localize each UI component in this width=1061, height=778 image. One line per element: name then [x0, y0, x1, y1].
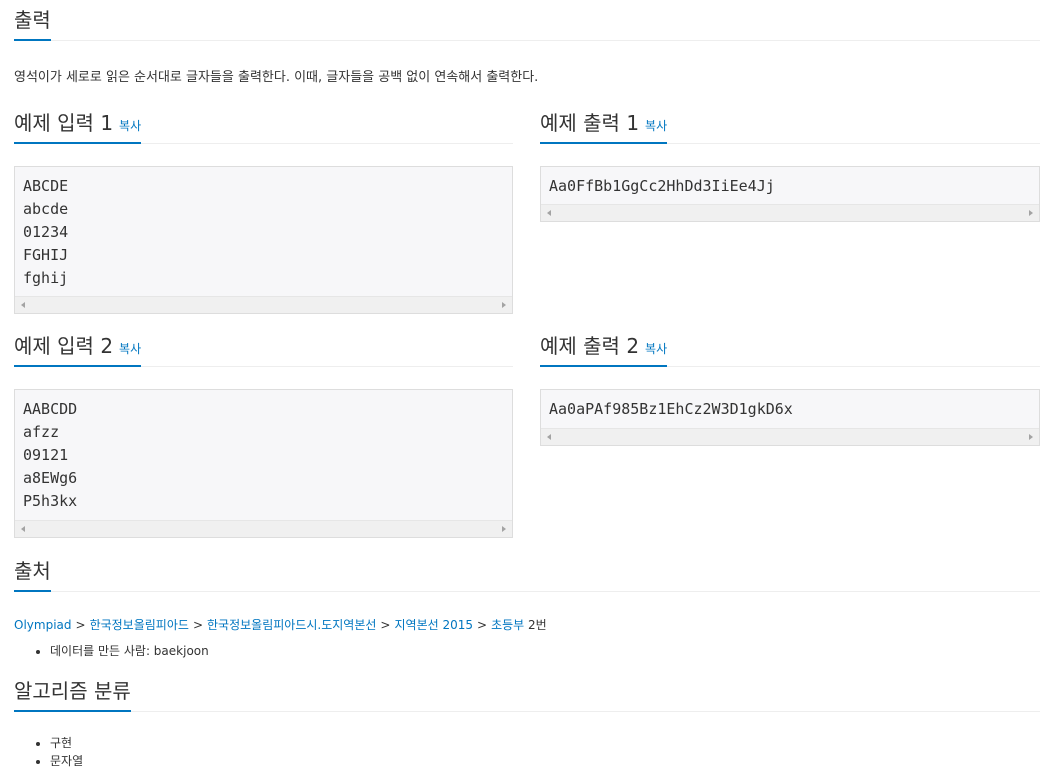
sample-output-2-title-wrap: 예제 출력 2 복사 [540, 330, 668, 367]
breadcrumb-separator: > [477, 618, 488, 632]
source-link-koi[interactable]: 한국정보올림피아드 [90, 618, 189, 632]
algorithm-section-title-wrap: 알고리즘 분류 [14, 675, 131, 712]
copy-output-2-button[interactable]: 복사 [645, 342, 667, 356]
sample-input-1-scrollbar[interactable] [15, 296, 512, 313]
data-credit-item: 데이터를 만든 사람: baekjoon [50, 642, 209, 660]
breadcrumb-separator: > [380, 618, 391, 632]
algorithm-tag-item[interactable]: 구현 [50, 734, 83, 752]
sample-output-2-scrollbar[interactable] [541, 428, 1039, 445]
source-breadcrumb: Olympiad > 한국정보올림피아드 > 한국정보올림피아드시.도지역본선 > 지역본선… [14, 616, 547, 633]
credits-list: 데이터를 만든 사람: baekjoon [14, 642, 209, 660]
scroll-right-arrow-icon[interactable] [1029, 434, 1033, 440]
source-section-title-wrap: 출처 [14, 555, 51, 592]
source-problem-number: 2번 [528, 618, 547, 632]
breadcrumb-separator: > [75, 618, 86, 632]
algorithm-tag-item[interactable]: 문자열 [50, 752, 83, 770]
sample-input-1-heading: 예제 입력 1 복사 [14, 109, 513, 144]
scroll-left-arrow-icon[interactable] [21, 302, 25, 308]
algorithm-tag-implementation[interactable]: 구현 [50, 736, 72, 750]
scroll-right-arrow-icon[interactable] [502, 526, 506, 532]
scroll-right-arrow-icon[interactable] [502, 302, 506, 308]
copy-input-1-button[interactable]: 복사 [119, 119, 141, 133]
sample-output-1-title-wrap: 예제 출력 1 복사 [540, 107, 668, 144]
source-section-heading: 출처 [14, 557, 1040, 592]
algorithm-section-heading: 알고리즘 분류 [14, 677, 1040, 712]
sample-input-2-code: AABCDD afzz 09121 a8EWg6 P5h3kx [23, 400, 78, 510]
algorithm-tag-string[interactable]: 문자열 [50, 754, 83, 768]
sample-input-1-code: ABCDE abcde 01234 FGHIJ fghij [23, 177, 69, 287]
source-link-koi-regional[interactable]: 한국정보올림피아드시.도지역본선 [207, 618, 376, 632]
sample-output-1-title: 예제 출력 1 [540, 111, 640, 135]
sample-input-2-box: AABCDD afzz 09121 a8EWg6 P5h3kx [14, 389, 513, 538]
output-description: 영석이가 세로로 읽은 순서대로 글자들을 출력한다. 이때, 글자들을 공백 … [14, 70, 539, 85]
sample-input-2-title-wrap: 예제 입력 2 복사 [14, 330, 142, 367]
scroll-left-arrow-icon[interactable] [547, 434, 551, 440]
sample-output-1-heading: 예제 출력 1 복사 [540, 109, 1040, 144]
algorithm-section-title: 알고리즘 분류 [14, 679, 131, 703]
problem-page: 출력 영석이가 세로로 읽은 순서대로 글자들을 출력한다. 이때, 글자들을 … [0, 0, 1061, 778]
source-section-title: 출처 [14, 559, 51, 583]
source-link-regional-2015[interactable]: 지역본선 2015 [394, 618, 473, 632]
output-section-title: 출력 [14, 8, 51, 32]
output-section-title-wrap: 출력 [14, 4, 51, 41]
sample-output-1-scrollbar[interactable] [541, 204, 1039, 221]
sample-input-2-heading: 예제 입력 2 복사 [14, 332, 513, 367]
scroll-right-arrow-icon[interactable] [1029, 210, 1033, 216]
algorithm-tag-list: 구현 문자열 [14, 734, 83, 770]
sample-output-2-box: Aa0aPAf985Bz1EhCz2W3D1gkD6x [540, 389, 1040, 446]
sample-input-1-title: 예제 입력 1 [14, 111, 114, 135]
copy-input-2-button[interactable]: 복사 [119, 342, 141, 356]
scroll-left-arrow-icon[interactable] [21, 526, 25, 532]
sample-output-1-code: Aa0FfBb1GgCc2HhDd3IiEe4Jj [549, 177, 775, 195]
sample-output-2-code: Aa0aPAf985Bz1EhCz2W3D1gkD6x [549, 400, 793, 418]
sample-input-2-scrollbar[interactable] [15, 520, 512, 537]
copy-output-1-button[interactable]: 복사 [645, 119, 667, 133]
scroll-left-arrow-icon[interactable] [547, 210, 551, 216]
breadcrumb-separator: > [192, 618, 203, 632]
sample-input-2-title: 예제 입력 2 [14, 334, 114, 358]
sample-input-1-box: ABCDE abcde 01234 FGHIJ fghij [14, 166, 513, 314]
sample-output-2-heading: 예제 출력 2 복사 [540, 332, 1040, 367]
output-section-heading: 출력 [14, 6, 1040, 41]
sample-output-2-title: 예제 출력 2 [540, 334, 640, 358]
sample-input-1-title-wrap: 예제 입력 1 복사 [14, 107, 142, 144]
source-link-olympiad[interactable]: Olympiad [14, 618, 72, 632]
source-link-elementary[interactable]: 초등부 [491, 618, 524, 632]
sample-output-1-box: Aa0FfBb1GgCc2HhDd3IiEe4Jj [540, 166, 1040, 222]
